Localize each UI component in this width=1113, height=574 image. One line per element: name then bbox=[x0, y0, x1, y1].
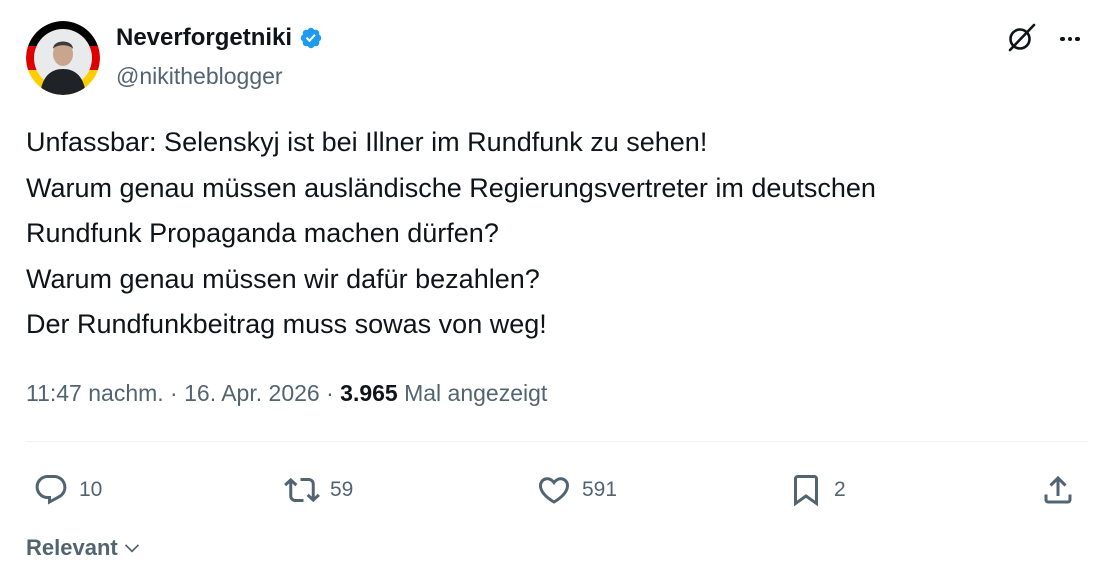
like-count: 591 bbox=[582, 478, 618, 501]
grok-icon[interactable] bbox=[1003, 20, 1039, 56]
author-handle[interactable]: @nikitheblogger bbox=[116, 60, 283, 92]
meta-separator: · bbox=[163, 380, 185, 406]
tweet-time[interactable]: 11:47 nachm. bbox=[26, 380, 164, 406]
like-button[interactable]: 591 bbox=[536, 470, 617, 510]
tweet-text-line: Warum genau müssen wir dafür bezahlen? bbox=[26, 263, 540, 294]
retweet-button[interactable]: 59 bbox=[284, 470, 353, 510]
divider bbox=[26, 441, 1088, 442]
bookmark-icon bbox=[794, 475, 818, 507]
reply-icon bbox=[35, 475, 67, 505]
tweet-text-line: Unfassbar: Selenskyj ist bei Illner im R… bbox=[26, 127, 708, 157]
retweet-icon bbox=[284, 477, 320, 503]
sort-relevant-button[interactable]: Relevant bbox=[26, 533, 142, 563]
chevron-down-icon bbox=[124, 544, 139, 553]
heart-icon bbox=[538, 477, 570, 504]
tweet-text: Unfassbar: Selenskyj ist bei Illner im R… bbox=[26, 120, 1096, 348]
author-display-name[interactable]: Neverforgetniki bbox=[116, 22, 323, 54]
bookmark-button[interactable]: 2 bbox=[788, 470, 846, 510]
view-count: 3.965 bbox=[340, 380, 398, 406]
retweet-count: 59 bbox=[330, 478, 354, 501]
tweet-text-line: Der Rundfunkbeitrag muss sowas von weg! bbox=[26, 309, 547, 339]
tweet-date[interactable]: 16. Apr. 2026 bbox=[184, 380, 320, 406]
share-icon bbox=[1044, 475, 1072, 504]
meta-separator: · bbox=[319, 380, 341, 406]
more-dots-icon[interactable] bbox=[1055, 25, 1085, 53]
reply-button[interactable]: 10 bbox=[33, 470, 102, 510]
bookmark-count: 2 bbox=[834, 478, 846, 501]
sort-label: Relevant bbox=[26, 535, 118, 560]
verified-badge-icon bbox=[300, 27, 322, 49]
tweet-text-line: Rundfunk Propaganda machen dürfen? bbox=[26, 218, 499, 248]
share-button[interactable] bbox=[1040, 470, 1076, 510]
tweet-text-line: Warum genau müssen ausländische Regierun… bbox=[26, 172, 876, 203]
author-name-text[interactable]: Neverforgetniki bbox=[116, 22, 292, 54]
reply-count: 10 bbox=[79, 478, 103, 501]
tweet-meta: 11:47 nachm. · 16. Apr. 2026 · 3.965 Mal… bbox=[26, 376, 547, 410]
view-count-label: Mal angezeigt bbox=[404, 380, 548, 406]
avatar[interactable] bbox=[26, 21, 100, 95]
